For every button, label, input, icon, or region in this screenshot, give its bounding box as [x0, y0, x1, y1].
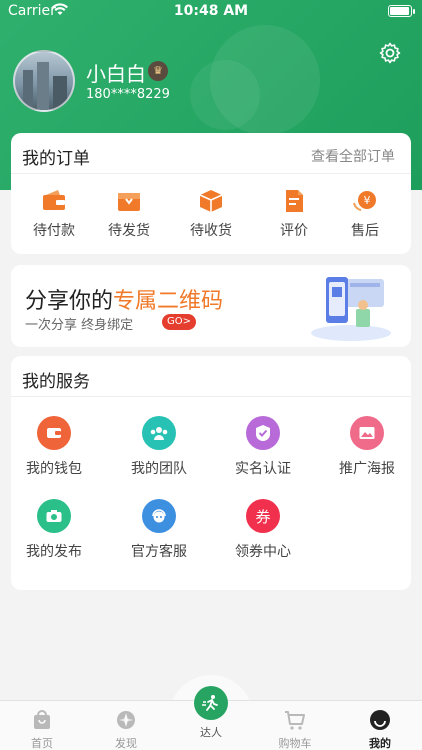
- header-decoration-circle: [190, 60, 260, 130]
- cart-icon: [285, 711, 305, 730]
- qr-phone-illustration: [311, 277, 391, 341]
- service-real-name[interactable]: 实名认证: [221, 416, 305, 478]
- banner-subtitle: 一次分享 终身绑定: [25, 318, 134, 333]
- order-pending-shipment[interactable]: 待发货: [94, 188, 164, 240]
- user-phone: 180****8229: [86, 87, 170, 102]
- service-label: 我的团队: [131, 461, 187, 477]
- vip-badge-icon: ♛: [148, 61, 168, 81]
- order-status-label: 待收货: [190, 223, 232, 239]
- order-review[interactable]: 评价: [259, 188, 329, 240]
- avatar[interactable]: [13, 50, 75, 112]
- order-status-label: 售后: [351, 223, 379, 239]
- service-poster[interactable]: 推广海报: [325, 416, 409, 478]
- home-bag-icon: [34, 710, 50, 729]
- tab-label: 发现: [115, 737, 137, 750]
- orders-card: 我的订单 查看全部订单 待付款 待发货 待收货 评价 ¥ 售后: [11, 133, 411, 254]
- clock: 10:48 AM: [173, 3, 249, 19]
- wallet-icon: [37, 416, 71, 450]
- svg-text:¥: ¥: [364, 194, 371, 207]
- services-title: 我的服务: [22, 372, 90, 392]
- share-qr-banner[interactable]: 分享你的专属二维码 一次分享 终身绑定 GO>: [11, 265, 411, 347]
- team-icon: [142, 416, 176, 450]
- banner-title-main: 分享你的: [25, 289, 114, 314]
- service-team[interactable]: 我的团队: [117, 416, 201, 478]
- orders-title: 我的订单: [22, 149, 90, 169]
- box-icon: [118, 193, 140, 211]
- battery-tip: [413, 9, 415, 14]
- service-label: 官方客服: [131, 544, 187, 560]
- go-button[interactable]: GO>: [162, 314, 196, 330]
- tab-label: 我的: [369, 737, 391, 750]
- profile-icon: [370, 710, 390, 730]
- order-status-label: 待付款: [33, 223, 75, 239]
- service-coupon-center[interactable]: 券 领券中心: [221, 499, 305, 561]
- service-my-posts[interactable]: 我的发布: [12, 499, 96, 561]
- camera-icon: [37, 499, 71, 533]
- service-label: 我的钱包: [26, 461, 82, 477]
- order-after-sales[interactable]: ¥ 售后: [330, 188, 400, 240]
- view-all-orders-link[interactable]: 查看全部订单: [311, 146, 395, 166]
- services-card: 我的服务 我的钱包 我的团队 实名认证 推广海报 我的发布 官方客服 券 领券中…: [11, 356, 411, 590]
- gear-icon[interactable]: [378, 41, 402, 65]
- order-pending-receipt[interactable]: 待收货: [176, 188, 246, 240]
- tab-home[interactable]: 首页: [0, 701, 84, 750]
- service-label: 实名认证: [235, 461, 291, 477]
- service-label: 我的发布: [26, 544, 82, 560]
- divider: [11, 396, 411, 397]
- runner-icon: [194, 686, 228, 720]
- battery-icon: [388, 5, 412, 17]
- review-icon: [286, 190, 303, 212]
- order-status-label: 待发货: [108, 223, 150, 239]
- service-label: 领券中心: [235, 544, 291, 560]
- tab-label: 首页: [31, 737, 53, 750]
- order-status-label: 评价: [280, 223, 308, 239]
- tab-influencer[interactable]: 达人: [169, 686, 253, 740]
- tab-discover[interactable]: 发现: [84, 701, 168, 750]
- service-label: 推广海报: [339, 461, 395, 477]
- wallet-icon: [43, 190, 65, 210]
- tab-label: 购物车: [278, 737, 312, 750]
- customer-service-icon: [142, 499, 176, 533]
- tab-profile[interactable]: 我的: [338, 701, 422, 750]
- banner-title-highlight: 专属二维码: [113, 289, 224, 314]
- coupon-icon: 券: [246, 499, 280, 533]
- banner-title: 分享你的专属二维码: [25, 283, 223, 315]
- tab-label: 达人: [200, 726, 222, 739]
- service-customer-support[interactable]: 官方客服: [117, 499, 201, 561]
- divider: [11, 173, 411, 174]
- service-wallet[interactable]: 我的钱包: [12, 416, 96, 478]
- tab-cart[interactable]: 购物车: [253, 701, 337, 750]
- package-icon: [199, 190, 223, 212]
- verified-icon: [246, 416, 280, 450]
- discover-icon: [117, 711, 135, 729]
- user-name: 小白白: [86, 62, 146, 86]
- poster-icon: [350, 416, 384, 450]
- refund-icon: ¥: [353, 191, 376, 211]
- status-bar: Carrier 10:48 AM: [0, 0, 422, 24]
- order-pending-payment[interactable]: 待付款: [19, 188, 89, 240]
